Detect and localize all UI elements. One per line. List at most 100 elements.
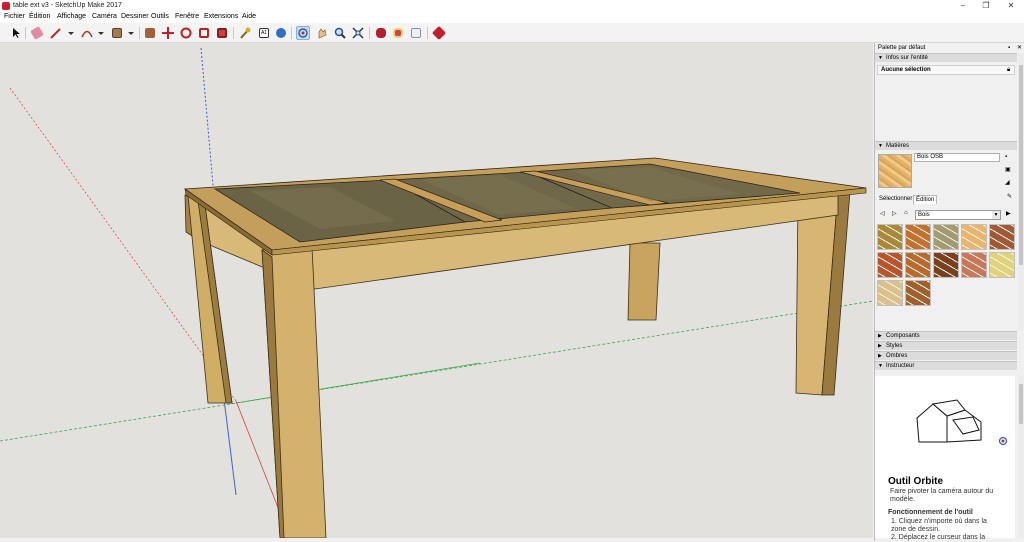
rectangle-dropdown-icon[interactable] [124, 26, 138, 40]
pencil-dropdown-icon[interactable] [64, 26, 78, 40]
material-name-text: Bois OSB [917, 154, 944, 160]
selection-label: Aucune sélection [881, 67, 931, 73]
move-icon[interactable] [161, 26, 175, 40]
default-material-icon[interactable]: ◢ [1005, 180, 1010, 186]
material-swatch[interactable] [905, 252, 931, 278]
material-name-field[interactable]: Bois OSB [914, 153, 1000, 162]
materials-header[interactable]: ▼ Matières [875, 141, 1017, 150]
arc-icon[interactable] [80, 26, 94, 40]
menu-aide[interactable]: Aide [242, 13, 256, 20]
tray-scrollbar[interactable] [1018, 53, 1024, 331]
material-swatch[interactable] [905, 224, 931, 250]
menu-fichier[interactable]: Fichier [4, 13, 25, 20]
minimize-button[interactable]: – [952, 0, 974, 12]
close-button[interactable]: ✕ [1000, 0, 1022, 12]
instructor-howto-title: Fonctionnement de l'outil [888, 509, 973, 516]
window-title: table ext v3 - SketchUp Make 2017 [13, 2, 122, 9]
tray-pin-icon[interactable]: ▪ [1008, 45, 1013, 51]
expand-triangle-icon: ▶ [878, 333, 882, 339]
pencil-icon[interactable] [49, 26, 63, 40]
current-material-swatch[interactable] [878, 154, 912, 188]
offset-icon[interactable] [215, 26, 229, 40]
tab-selectionner[interactable]: Sélectionner [877, 195, 914, 204]
pan-icon[interactable] [315, 26, 329, 40]
composants-title: Composants [886, 333, 920, 339]
blue-axis [200, 47, 216, 209]
select-tool-icon[interactable] [9, 26, 23, 40]
tape-measure-icon[interactable] [238, 26, 252, 40]
styles-header[interactable]: ▶ Styles [875, 341, 1017, 350]
menu-dessiner[interactable]: Dessiner [121, 13, 149, 20]
material-swatch[interactable] [961, 224, 987, 250]
zoom-icon[interactable] [333, 26, 347, 40]
menu-extensions[interactable]: Extensions [204, 13, 238, 20]
tray-close-icon[interactable]: ✕ [1017, 45, 1022, 51]
drawing-area[interactable] [0, 43, 873, 538]
instructor-scrollbar[interactable] [1018, 376, 1024, 538]
eraser-icon[interactable] [30, 26, 44, 40]
rotate-icon[interactable] [179, 26, 193, 40]
material-swatch[interactable] [989, 252, 1015, 278]
main-toolbar: A1 [0, 23, 1024, 43]
pushpull-icon[interactable] [143, 26, 157, 40]
default-tray: Palette par défaut ▪ ✕ ▼ Infos sur l'enti… [874, 43, 1024, 541]
menu-fenetre[interactable]: Fenêtre [175, 13, 199, 20]
material-category-select[interactable]: Bois ▼ [915, 210, 1001, 220]
3d-warehouse-icon[interactable] [374, 26, 388, 40]
menu-camera[interactable]: Caméra [92, 13, 117, 20]
display-secondary-icon[interactable]: ▪ [1005, 154, 1010, 160]
composants-header[interactable]: ▶ Composants [875, 331, 1017, 340]
material-swatch[interactable] [933, 224, 959, 250]
entity-info-title: Infos sur l'entité [886, 55, 928, 61]
material-swatch[interactable] [961, 252, 987, 278]
create-material-icon[interactable]: ▣ [1005, 167, 1011, 173]
material-swatch[interactable] [877, 280, 903, 306]
layout-icon[interactable] [409, 26, 423, 40]
orbit-cursor-icon [998, 436, 1008, 446]
scrollbar-thumb[interactable] [1019, 65, 1023, 265]
material-swatch[interactable] [933, 252, 959, 278]
ombres-title: Ombres [886, 353, 908, 359]
text-icon[interactable]: A1 [257, 26, 271, 40]
collapse-triangle-icon: ▼ [878, 55, 883, 61]
tab-edition[interactable]: Édition [913, 195, 938, 204]
details-arrow-icon[interactable]: ▶ [1006, 211, 1011, 217]
home-icon[interactable]: ⌂ [904, 210, 909, 216]
maximize-button[interactable]: ❐ [975, 0, 997, 12]
rectangle-icon[interactable] [110, 26, 124, 40]
instructeur-header[interactable]: ▼ Instructeur [875, 361, 1017, 370]
collapse-triangle-icon: ▼ [878, 363, 883, 369]
category-value: Bois [918, 212, 930, 218]
menu-outils[interactable]: Outils [151, 13, 169, 20]
back-arrow-icon[interactable]: ◁ [880, 211, 885, 217]
toolbar-separator [25, 27, 26, 39]
material-swatch[interactable] [905, 280, 931, 306]
entity-lock-icon[interactable]: 🔒︎ [1007, 67, 1012, 73]
scale-icon[interactable] [197, 26, 211, 40]
arc-dropdown-icon[interactable] [94, 26, 108, 40]
scene-canvas [0, 47, 873, 538]
scrollbar-thumb[interactable] [1019, 384, 1023, 424]
material-swatch[interactable] [989, 224, 1015, 250]
material-swatch[interactable] [877, 224, 903, 250]
toolbar-separator [233, 27, 234, 39]
extension-warehouse-icon[interactable] [391, 26, 405, 40]
menu-edition[interactable]: Édition [29, 13, 50, 20]
tray-title: Palette par défaut [878, 45, 926, 51]
orbit-icon[interactable] [296, 26, 310, 40]
paint-bucket-icon[interactable] [274, 26, 288, 40]
entity-info-header[interactable]: ▼ Infos sur l'entité [875, 53, 1017, 62]
zoom-extents-icon[interactable] [351, 26, 365, 40]
ruby-icon[interactable] [431, 25, 447, 41]
menu-affichage[interactable]: Affichage [57, 13, 86, 20]
orbit-illustration [916, 399, 982, 443]
toolbar-separator [139, 27, 140, 39]
instructor-content: Outil Orbite Faire pivoter la caméra aut… [875, 376, 1015, 541]
instructor-tool-name: Outil Orbite [888, 476, 943, 487]
forward-arrow-icon[interactable]: ▷ [892, 211, 897, 217]
eyedropper-icon[interactable]: ✎ [1007, 194, 1012, 200]
menu-bar: Fichier Édition Affichage Caméra Dessine… [0, 12, 1024, 23]
ombres-header[interactable]: ▶ Ombres [875, 351, 1017, 360]
material-swatch[interactable] [877, 252, 903, 278]
materials-title: Matières [886, 143, 910, 149]
